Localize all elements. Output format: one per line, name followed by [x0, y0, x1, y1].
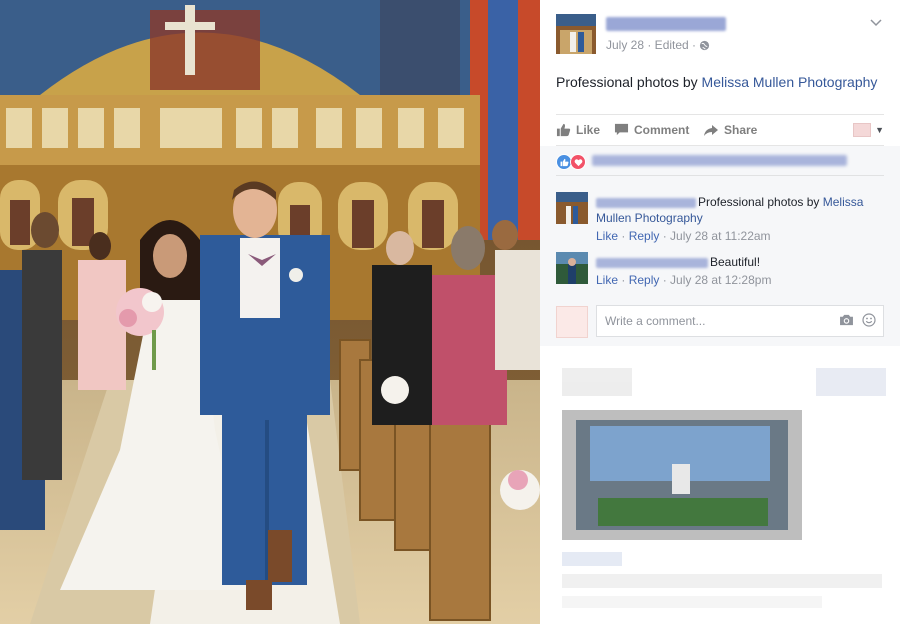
comments-area: Professional photos by Melissa Mullen Ph… — [540, 146, 900, 346]
author-name-redacted[interactable] — [606, 17, 726, 31]
share-button[interactable]: Share — [703, 123, 757, 137]
comment-button[interactable]: Comment — [614, 123, 689, 137]
comment-meta: Like · Reply · July 28 at 11:22am — [596, 229, 771, 243]
emoji-icon[interactable] — [862, 313, 876, 330]
comment-like-link[interactable]: Like — [596, 229, 618, 243]
comment-composer — [556, 304, 884, 338]
commenter-avatar[interactable] — [556, 252, 588, 284]
caret-down-icon: ▼ — [875, 125, 884, 135]
pixelated-block — [562, 368, 886, 608]
post-timestamp[interactable]: July 28 · Edited · — [606, 38, 710, 54]
globe-icon — [699, 40, 710, 54]
page-avatar-small — [853, 123, 872, 137]
speech-bubble-icon — [614, 123, 629, 137]
heart-reaction-icon — [570, 154, 586, 170]
post-header: July 28 · Edited · — [556, 14, 886, 56]
post-as-selector[interactable]: ▼ — [853, 123, 884, 137]
chevron-down-icon[interactable] — [870, 18, 882, 30]
thumbs-up-icon — [556, 123, 571, 137]
comment-like-link[interactable]: Like — [596, 273, 618, 287]
comment-body: Beautiful! Like · Reply · July 28 at 12:… — [596, 254, 884, 288]
comment-reply-link[interactable]: Reply — [629, 273, 660, 287]
comment-text: Beautiful! — [710, 255, 761, 269]
comment-item: Beautiful! Like · Reply · July 28 at 12:… — [556, 252, 884, 292]
author-avatar[interactable] — [556, 14, 596, 54]
comment-text: Professional photos by — [698, 195, 823, 209]
church-aisle-illustration — [0, 0, 540, 624]
my-avatar — [556, 306, 588, 338]
commenter-avatar[interactable] — [556, 192, 588, 224]
comment-label: Comment — [634, 123, 690, 137]
commenter-name-redacted[interactable] — [596, 197, 696, 208]
comment-reply-link[interactable]: Reply — [629, 229, 660, 243]
comment-meta: Like · Reply · July 28 at 12:28pm — [596, 273, 772, 287]
comment-time[interactable]: July 28 at 11:22am — [670, 229, 771, 243]
comment-body: Professional photos by Melissa Mullen Ph… — [596, 194, 884, 244]
share-label: Share — [724, 123, 758, 137]
reactor-names-redacted[interactable] — [592, 155, 847, 166]
post-panel: July 28 · Edited · Professional photos b… — [540, 0, 900, 624]
like-label: Like — [576, 123, 601, 137]
comment-item: Professional photos by Melissa Mullen Ph… — [556, 192, 884, 244]
reactions-summary[interactable] — [556, 154, 884, 176]
commenter-name-redacted[interactable] — [596, 257, 708, 268]
share-arrow-icon — [703, 124, 719, 137]
like-button[interactable]: Like — [556, 123, 600, 137]
comment-time[interactable]: July 28 at 12:28pm — [670, 273, 771, 287]
wedding-photo[interactable] — [0, 0, 540, 624]
post-date[interactable]: July 28 · Edited · — [606, 38, 699, 52]
photographer-link[interactable]: Melissa Mullen Photography — [702, 74, 878, 90]
post-text-prefix: Professional photos by — [556, 74, 702, 90]
redacted-content — [540, 346, 900, 624]
camera-icon[interactable] — [839, 314, 854, 329]
action-bar: Like Comment Share ▼ — [556, 114, 884, 146]
post-text: Professional photos by Melissa Mullen Ph… — [556, 74, 877, 90]
